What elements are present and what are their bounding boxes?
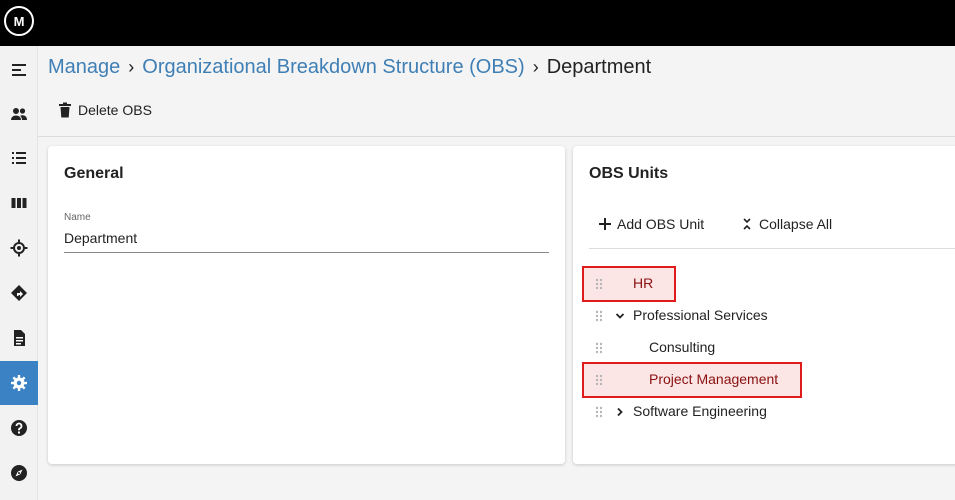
nav-directions[interactable]	[0, 271, 38, 315]
obs-unit-label[interactable]: Consulting	[649, 339, 715, 355]
drag-handle-icon[interactable]	[595, 374, 603, 386]
obs-tree-row[interactable]: Consulting	[573, 334, 955, 362]
collapse-all-button[interactable]: Collapse All	[741, 216, 832, 232]
help-icon	[11, 420, 27, 436]
nav-people[interactable]	[0, 92, 38, 136]
columns-icon	[11, 198, 27, 208]
nav-document[interactable]	[0, 316, 38, 360]
obs-units-title: OBS Units	[589, 165, 669, 182]
drag-handle-icon[interactable]	[595, 310, 603, 322]
menu-collapse-button[interactable]	[0, 48, 38, 92]
breadcrumb-current: Department	[546, 56, 652, 78]
drag-handle-icon[interactable]	[595, 278, 603, 290]
obs-unit-label[interactable]: Software Engineering	[633, 403, 767, 419]
name-field[interactable]: Department	[64, 230, 137, 246]
chevron-right-icon: ›	[128, 57, 135, 77]
obs-unit-label[interactable]: Professional Services	[633, 307, 768, 323]
chevron-right-icon[interactable]	[615, 407, 625, 417]
chevron-right-icon: ›	[532, 57, 539, 77]
obs-tree-row[interactable]: Professional Services	[573, 302, 955, 330]
trash-icon	[59, 102, 71, 118]
document-icon	[14, 330, 25, 346]
delete-obs-button[interactable]: Delete OBS	[58, 102, 152, 118]
gear-icon	[11, 375, 27, 391]
obs-tree-row[interactable]: Project Management	[573, 362, 955, 398]
general-title: General	[64, 165, 124, 182]
app-logo[interactable]: M	[4, 6, 34, 36]
people-icon	[11, 108, 27, 120]
add-obs-unit-label: Add OBS Unit	[617, 216, 705, 232]
obs-tree-row[interactable]: Software Engineering	[573, 398, 955, 426]
nav-settings[interactable]	[0, 361, 38, 405]
page-toolbar: Delete OBS	[38, 88, 955, 137]
obs-unit-label[interactable]: Project Management	[649, 371, 778, 387]
nav-target[interactable]	[0, 226, 38, 270]
obs-tree-row[interactable]: HR	[573, 266, 955, 302]
list-icon	[12, 152, 26, 164]
collapse-icon	[743, 218, 751, 230]
chevron-down-icon[interactable]	[615, 311, 625, 321]
delete-obs-label: Delete OBS	[78, 102, 152, 118]
side-navigation	[0, 46, 38, 500]
drag-handle-icon[interactable]	[595, 342, 603, 354]
nav-columns[interactable]	[0, 181, 38, 225]
name-field-underline	[64, 252, 549, 253]
nav-list[interactable]	[0, 136, 38, 180]
general-card: General Name Department	[48, 146, 565, 464]
directions-icon	[11, 285, 27, 301]
menu-collapse-icon	[12, 64, 26, 76]
compass-icon	[11, 465, 27, 481]
nav-compass[interactable]	[0, 451, 38, 495]
breadcrumb-manage[interactable]: Manage	[48, 56, 120, 79]
add-obs-unit-button[interactable]: Add OBS Unit	[599, 216, 704, 232]
target-icon	[10, 239, 28, 257]
obs-actions-bar: Add OBS Unit Collapse All	[589, 206, 955, 249]
obs-units-card: OBS Units Add OBS Unit Collapse All HR Pr…	[573, 146, 955, 464]
breadcrumb-obs[interactable]: Organizational Breakdown Structure (OBS)	[142, 56, 524, 79]
name-field-label: Name	[64, 212, 91, 223]
drag-handle-icon[interactable]	[595, 406, 603, 418]
nav-help[interactable]	[0, 406, 38, 450]
obs-unit-label[interactable]: HR	[633, 275, 653, 291]
top-bar: M	[0, 0, 955, 46]
breadcrumb: Manage › Organizational Breakdown Struct…	[48, 56, 651, 79]
collapse-all-label: Collapse All	[759, 216, 833, 232]
plus-icon	[599, 218, 611, 230]
